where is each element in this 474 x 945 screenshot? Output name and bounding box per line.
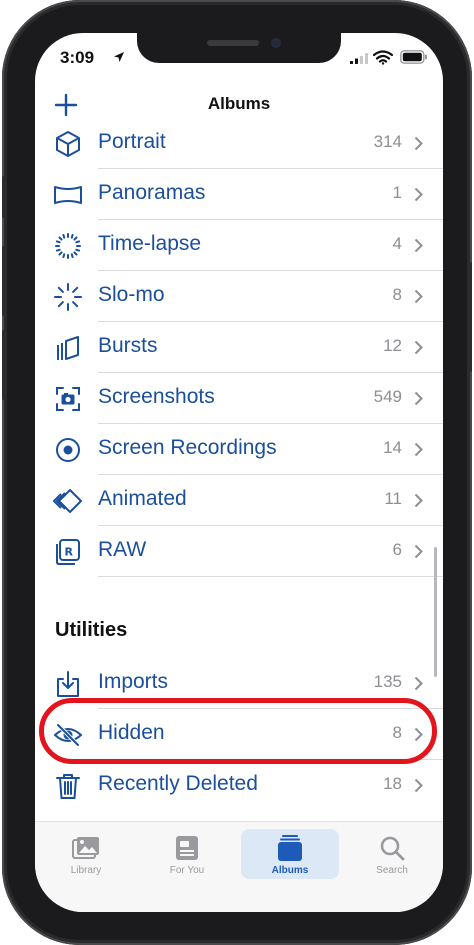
album-row-time-lapse[interactable]: Time-lapse 4: [35, 220, 443, 271]
cube-icon: [56, 131, 80, 157]
album-count: 12: [383, 336, 402, 355]
record-icon: [56, 438, 80, 462]
album-label: Screen Recordings: [98, 436, 277, 459]
album-row-bursts[interactable]: Bursts 12: [35, 322, 443, 373]
album-count: 1: [392, 183, 402, 202]
screenshot-icon: [56, 387, 80, 411]
speaker: [207, 40, 259, 46]
album-label: Time-lapse: [98, 232, 202, 255]
photos-icon: [72, 837, 99, 859]
panorama-icon: [54, 186, 82, 204]
album-count: 135: [373, 672, 402, 691]
tab-bar: Library For You Albums Search: [35, 821, 443, 912]
battery-icon: [400, 50, 427, 64]
for-you-icon: [176, 836, 198, 860]
album-count: 6: [392, 540, 402, 559]
album-label: Bursts: [98, 334, 158, 357]
album-row-hidden[interactable]: Hidden 8: [35, 709, 443, 760]
tab-label: Albums: [271, 865, 309, 876]
camera: [271, 38, 281, 48]
row-separator: [98, 576, 443, 577]
animated-icon: [53, 489, 82, 513]
chevron-right-icon: [414, 676, 423, 691]
chevron-right-icon: [414, 391, 423, 406]
notch: [137, 33, 341, 63]
albums-icon: [278, 835, 302, 861]
tab-label: Search: [376, 865, 408, 876]
album-label: Imports: [98, 670, 169, 693]
chevron-right-icon: [414, 493, 423, 508]
album-count: 549: [373, 387, 402, 406]
tab-library[interactable]: Library: [37, 829, 135, 879]
chevron-right-icon: [414, 187, 423, 202]
bursts-icon: [57, 336, 79, 360]
mute-switch: [2, 176, 7, 218]
album-row-screenshots[interactable]: Screenshots 549: [35, 373, 443, 424]
chevron-right-icon: [414, 136, 423, 151]
album-row-portrait[interactable]: Portrait 314: [35, 118, 443, 169]
screen: 3:09 Albums Portrait 314 Panoramas 1 Tim…: [35, 33, 443, 912]
album-label: Screenshots: [98, 385, 215, 408]
scroll-indicator[interactable]: [434, 547, 437, 677]
trash-icon: [56, 774, 80, 799]
raw-icon: R: [56, 539, 80, 565]
album-label: Panoramas: [98, 181, 206, 204]
chevron-right-icon: [414, 442, 423, 457]
chevron-right-icon: [414, 727, 423, 742]
signal-icon: [350, 53, 368, 64]
svg-text:R: R: [65, 546, 74, 559]
eye-slash-icon: [53, 723, 83, 747]
album-count: 14: [383, 438, 402, 457]
status-time: 3:09: [60, 48, 95, 67]
album-count: 314: [373, 132, 402, 151]
media-types-list: Portrait 314 Panoramas 1 Time-lapse 4 Sl…: [35, 118, 443, 577]
import-icon: [57, 671, 79, 697]
slomo-icon: [54, 283, 82, 311]
tab-label: For You: [169, 865, 205, 876]
tab-label: Library: [70, 865, 102, 876]
chevron-right-icon: [414, 340, 423, 355]
section-title-utilities: Utilities: [55, 619, 128, 641]
album-row-screen-recordings[interactable]: Screen Recordings 14: [35, 424, 443, 475]
phone-frame: 3:09 Albums Portrait 314 Panoramas 1 Tim…: [2, 0, 472, 945]
album-row-panoramas[interactable]: Panoramas 1: [35, 169, 443, 220]
chevron-right-icon: [414, 778, 423, 793]
album-count: 8: [392, 723, 402, 742]
album-label: Hidden: [98, 721, 165, 744]
album-count: 11: [384, 489, 402, 508]
tab-albums[interactable]: Albums: [241, 829, 339, 879]
album-count: 8: [392, 285, 402, 304]
search-icon: [380, 836, 405, 861]
chevron-right-icon: [414, 544, 423, 559]
page-title: Albums: [207, 94, 271, 113]
album-row-slo-mo[interactable]: Slo-mo 8: [35, 271, 443, 322]
album-count: 4: [392, 234, 402, 253]
volume-down-button: [2, 330, 7, 400]
chevron-right-icon: [414, 289, 423, 304]
album-label: Recently Deleted: [98, 772, 258, 795]
location-icon: [114, 52, 124, 62]
timelapse-icon: [55, 233, 81, 259]
album-row-raw[interactable]: R RAW 6: [35, 526, 443, 577]
side-button: [467, 262, 472, 372]
tab-search[interactable]: Search: [343, 829, 441, 879]
wifi-icon: [373, 50, 393, 65]
tab-for-you[interactable]: For You: [138, 829, 236, 879]
album-row-imports[interactable]: Imports 135: [35, 658, 443, 709]
album-label: RAW: [98, 538, 147, 561]
volume-up-button: [2, 246, 7, 316]
album-row-recently-deleted[interactable]: Recently Deleted 18: [35, 760, 443, 811]
album-count: 18: [383, 774, 402, 793]
chevron-right-icon: [414, 238, 423, 253]
album-label: Slo-mo: [98, 283, 165, 306]
album-label: Portrait: [98, 130, 166, 153]
album-label: Animated: [98, 487, 187, 510]
album-row-animated[interactable]: Animated 11: [35, 475, 443, 526]
utilities-list: Imports 135 Hidden 8 Recently Deleted 18: [35, 658, 443, 811]
